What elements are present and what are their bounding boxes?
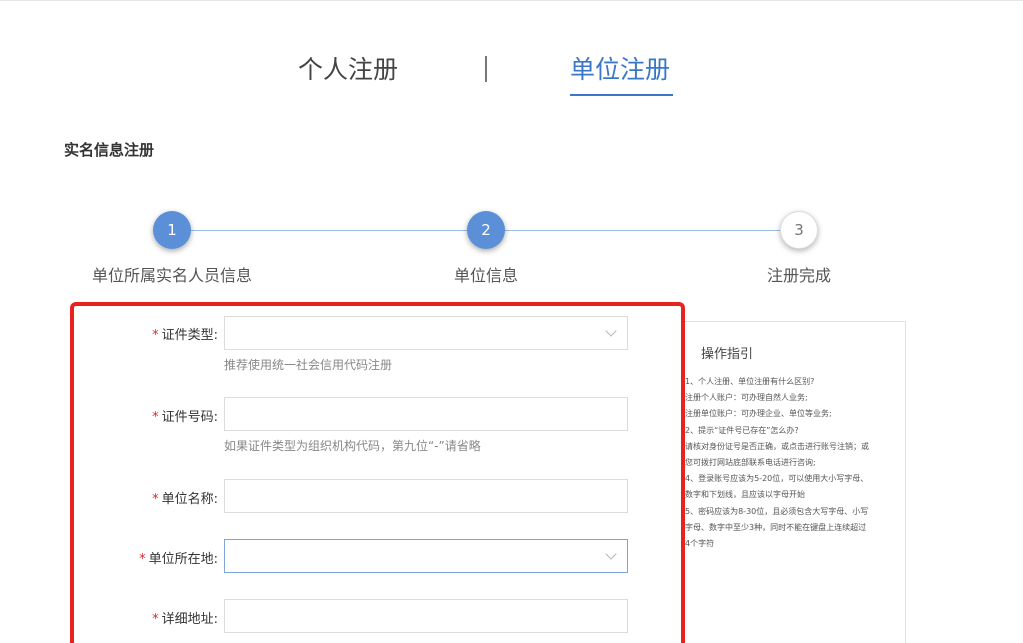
step-3-label: 注册完成 — [766, 266, 832, 285]
cert-type-label: * 证件类型: — [152, 328, 218, 343]
guide-title: 操作指引 — [701, 347, 754, 362]
cert-number-hint: 如果证件类型为组织机构代码，第九位“-”请省略 — [224, 439, 481, 453]
step-1-label: 单位所属实名人员信息 — [91, 266, 253, 285]
guide-line: 数字和下划线，且应该以字母开始 — [685, 490, 805, 500]
tab-separator — [485, 56, 487, 82]
register-tabs: 个人注册 单位注册 — [0, 52, 1023, 102]
required-mark: * — [152, 410, 159, 425]
guide-line: 字母、数字中至少3种，同时不能在键盘上连续超过 — [685, 522, 867, 532]
unit-location-select[interactable] — [224, 539, 628, 573]
cert-number-input[interactable] — [224, 397, 628, 431]
top-divider — [0, 0, 1023, 1]
required-mark: * — [152, 328, 159, 343]
chevron-down-icon — [605, 548, 617, 560]
form-highlight-frame — [70, 302, 685, 643]
guide-content: 1、个人注册、单位注册有什么区别? 注册个人账户：可办理自然人业务; 注册单位账… — [685, 374, 905, 552]
guide-line: 4、登录账号应该为5-20位，可以使用大小写字母、 — [685, 474, 869, 484]
step-connector-1 — [190, 230, 468, 231]
cert-type-select[interactable] — [224, 316, 628, 350]
required-mark: * — [152, 612, 159, 627]
guide-line: 注册单位账户：可办理企业、单位等业务; — [685, 409, 832, 419]
address-label: * 详细地址: — [152, 612, 218, 627]
unit-location-label: * 单位所在地: — [139, 552, 218, 567]
guide-line: 4个字符 — [685, 539, 715, 549]
required-mark: * — [152, 492, 159, 507]
guide-line: 请核对身份证号是否正确，或点击进行账号注销；或 — [685, 441, 869, 451]
guide-line: 您可拨打网站底部联系电话进行咨询; — [685, 458, 816, 468]
chevron-down-icon — [605, 325, 617, 337]
guide-line: 1、个人注册、单位注册有什么区别? — [685, 377, 815, 386]
operation-guide-panel: 操作指引 1、个人注册、单位注册有什么区别? 注册个人账户：可办理自然人业务; … — [685, 321, 906, 643]
unit-name-input[interactable] — [224, 479, 628, 513]
tab-personal-register[interactable]: 个人注册 — [298, 52, 398, 88]
tab-unit-register[interactable]: 单位注册 — [570, 52, 670, 88]
cert-type-hint: 推荐使用统一社会信用代码注册 — [224, 358, 393, 372]
section-title: 实名信息注册 — [64, 141, 155, 159]
step-connector-2 — [504, 230, 782, 231]
guide-line: 2、提示“证件号已存在”怎么办? — [685, 425, 799, 435]
guide-line: 5、密码应该为8-30位，且必须包含大写字母、小写 — [685, 506, 869, 516]
unit-name-label: * 单位名称: — [152, 492, 218, 507]
step-3-circle: 3 — [780, 211, 818, 249]
step-1-circle: 1 — [153, 211, 191, 249]
required-mark: * — [139, 552, 146, 567]
guide-line: 注册个人账户：可办理自然人业务; — [685, 393, 808, 403]
step-2-label: 单位信息 — [453, 266, 519, 285]
step-2-circle: 2 — [467, 211, 505, 249]
cert-number-label: * 证件号码: — [152, 410, 218, 425]
address-input[interactable] — [224, 599, 628, 633]
active-tab-underline — [570, 94, 673, 96]
